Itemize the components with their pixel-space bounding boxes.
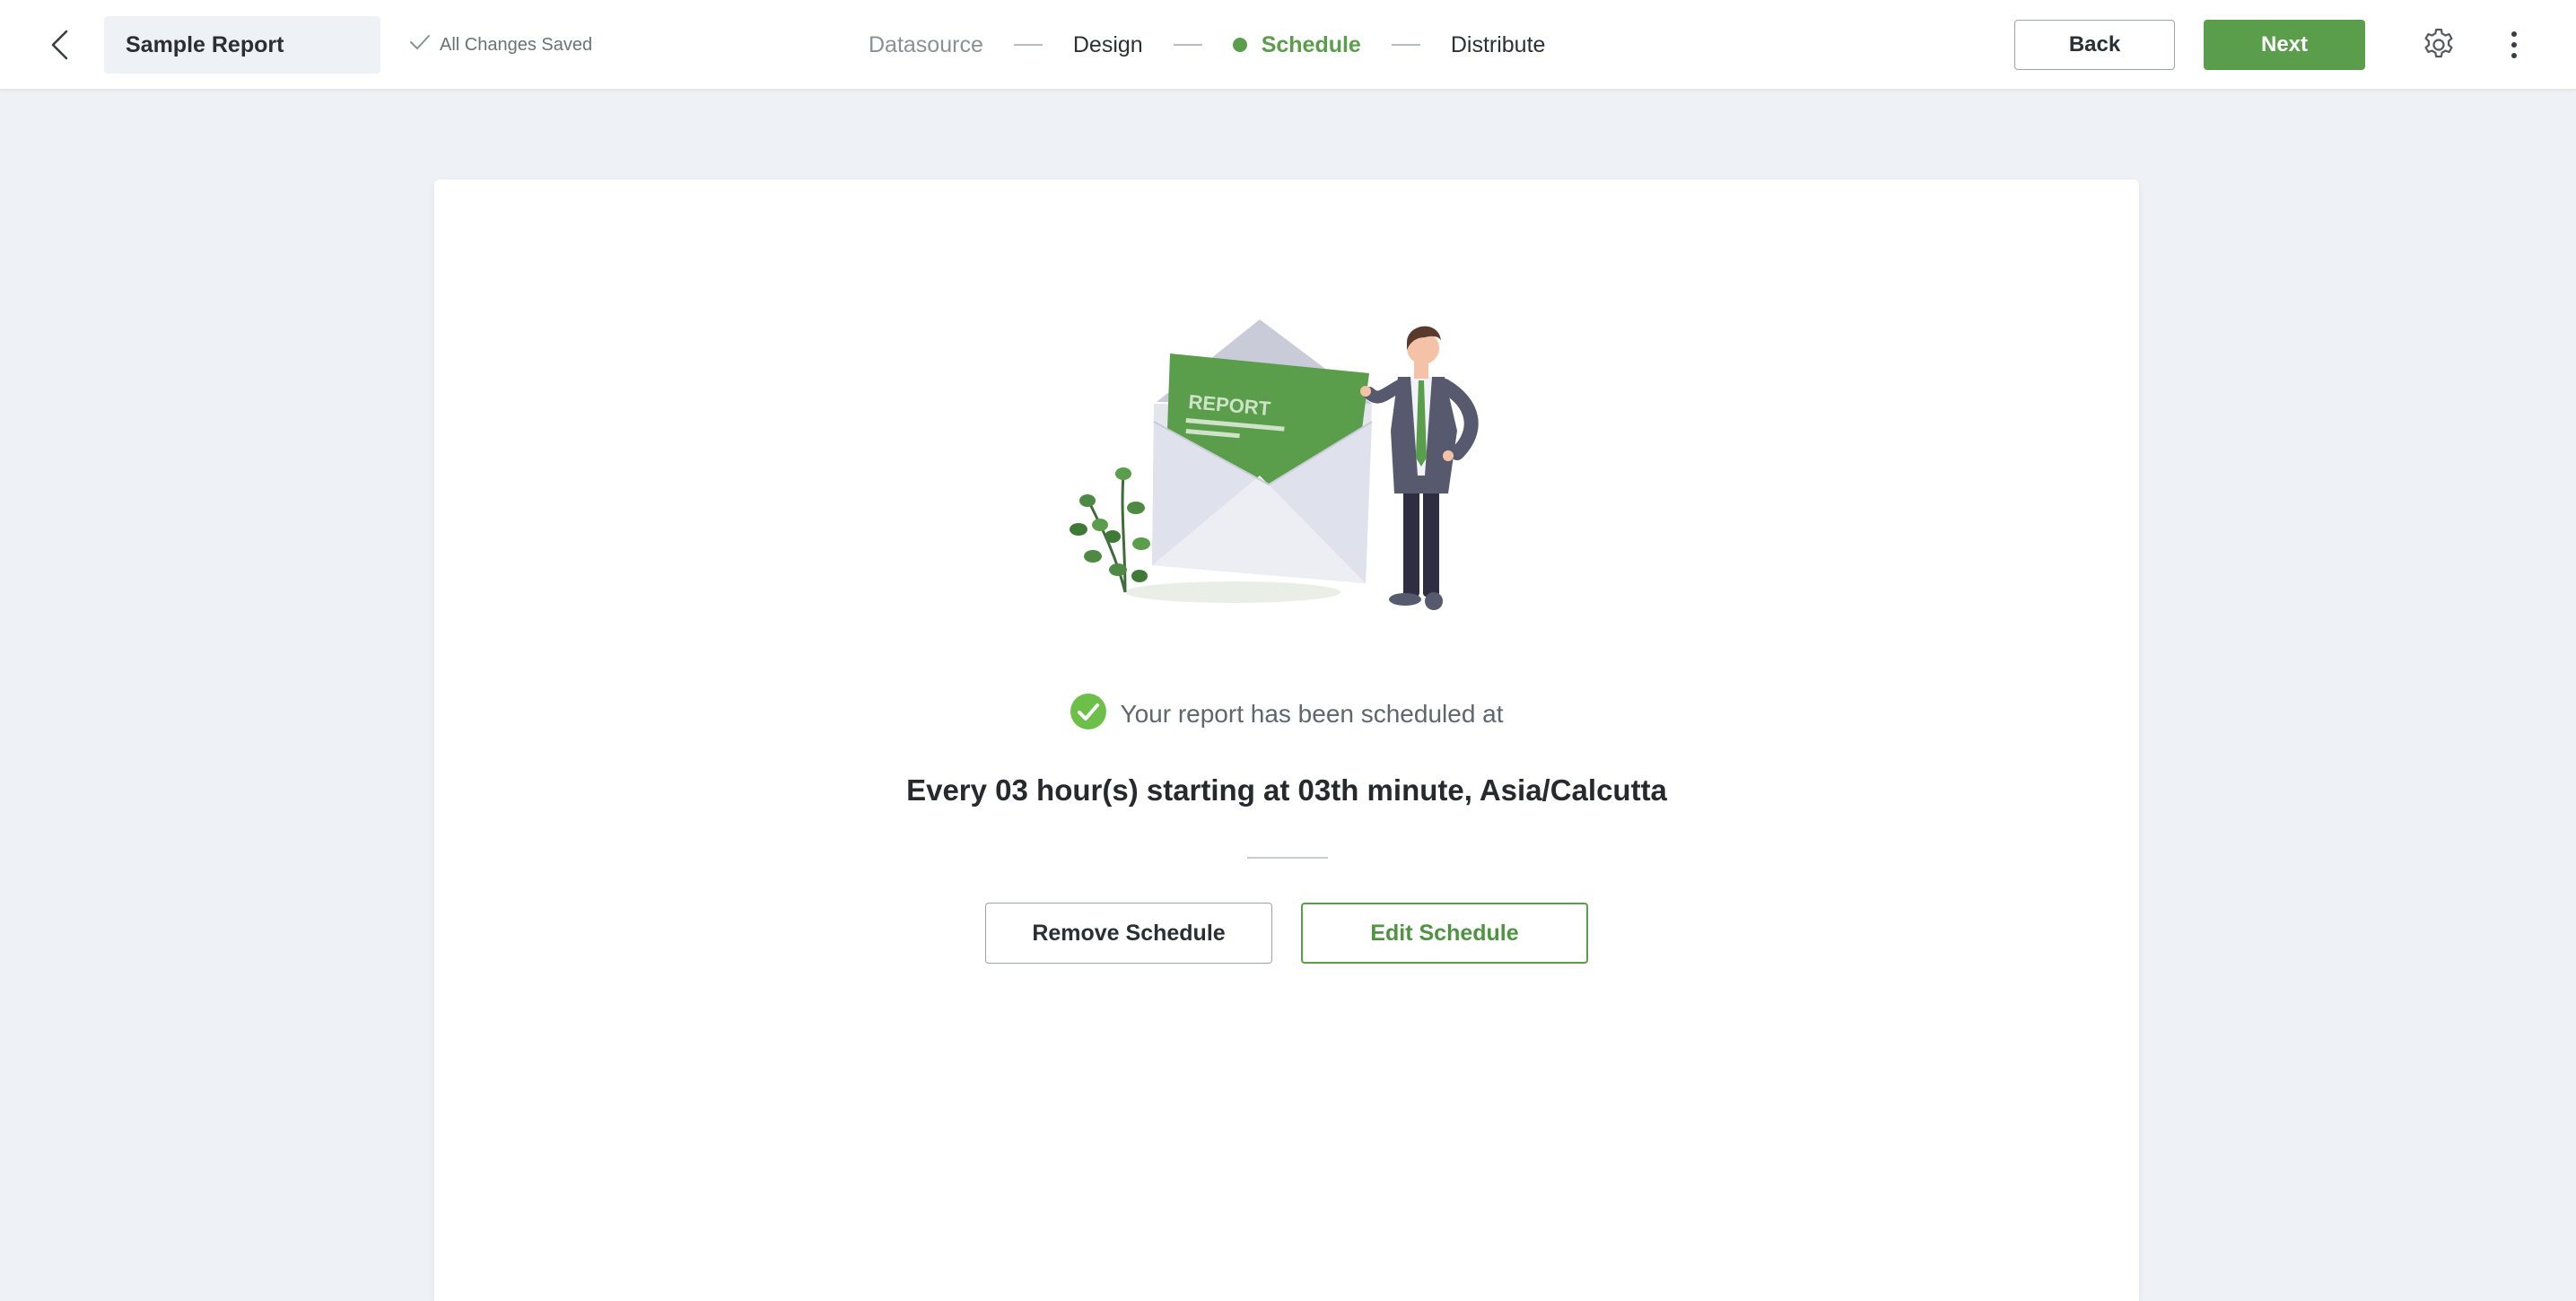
back-chevron-icon[interactable] <box>41 25 77 65</box>
top-bar: All Changes Saved Datasource Design Sche… <box>0 0 2576 90</box>
report-name-field[interactable] <box>104 16 380 74</box>
next-button[interactable]: Next <box>2204 20 2365 70</box>
step-schedule[interactable]: Schedule <box>1232 31 1361 58</box>
schedule-card: REPORT Your report has been scheduled at… <box>434 179 2139 1301</box>
step-datasource[interactable]: Datasource <box>869 32 983 58</box>
success-message-text: Your report has been scheduled at <box>1120 700 1504 728</box>
active-step-dot-icon <box>1232 38 1247 52</box>
more-vertical-icon[interactable] <box>2496 25 2532 65</box>
step-label: Schedule <box>1261 31 1361 57</box>
wizard-stepper: Datasource Design Schedule Distribute <box>869 23 1545 66</box>
plant-illustration <box>1070 467 1150 593</box>
success-message: Your report has been scheduled at <box>434 693 2139 736</box>
step-separator <box>1013 44 1043 46</box>
step-distribute[interactable]: Distribute <box>1451 32 1546 58</box>
step-separator <box>1173 44 1202 46</box>
edit-schedule-button[interactable]: Edit Schedule <box>1301 903 1588 964</box>
save-status-label: All Changes Saved <box>440 34 593 55</box>
remove-schedule-button[interactable]: Remove Schedule <box>985 903 1272 964</box>
schedule-description: Every 03 hour(s) starting at 03th minute… <box>906 773 1667 807</box>
step-label: Distribute <box>1450 31 1546 57</box>
divider <box>1247 857 1328 859</box>
report-envelope-illustration: REPORT <box>1070 319 1479 610</box>
step-label: Design <box>1072 31 1143 57</box>
step-separator <box>1391 44 1420 46</box>
step-label: Datasource <box>869 31 983 57</box>
success-check-icon <box>1070 693 1107 737</box>
businessman-illustration <box>1360 326 1479 610</box>
check-icon <box>409 33 431 57</box>
back-button[interactable]: Back <box>2014 20 2175 70</box>
step-design[interactable]: Design <box>1073 32 1143 58</box>
gear-icon[interactable] <box>2419 25 2458 65</box>
save-status: All Changes Saved <box>409 31 592 59</box>
